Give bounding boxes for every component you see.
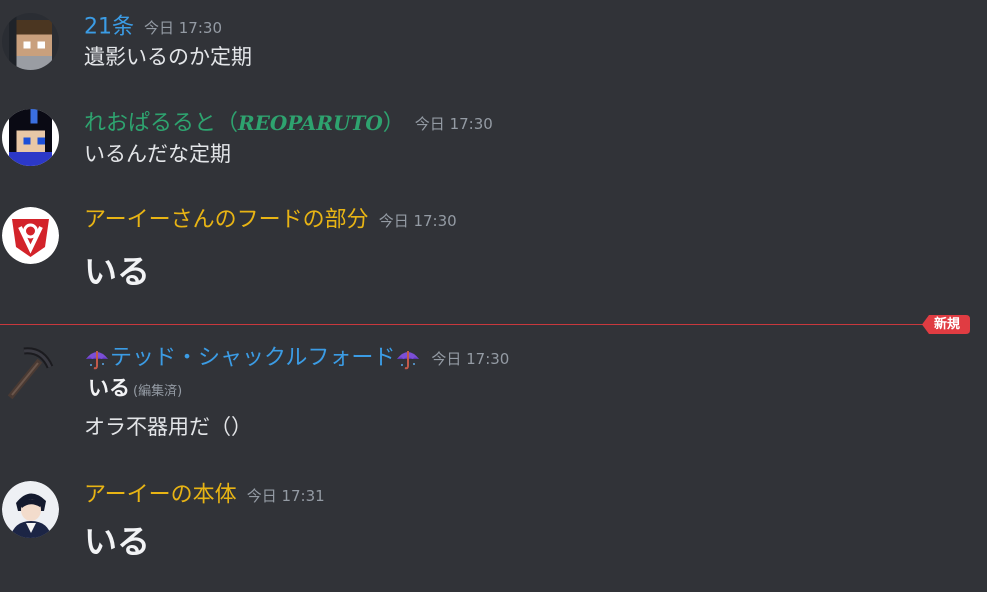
username[interactable]: アーイーの本体	[84, 483, 237, 508]
new-label: 新規	[934, 317, 961, 332]
pixel-character-avatar[interactable]	[2, 13, 59, 70]
timestamp: 今日 17:30	[144, 18, 222, 37]
timestamp: 今日 17:30	[378, 211, 457, 230]
pickaxe-avatar[interactable]	[2, 343, 59, 400]
username[interactable]: 21条	[84, 15, 134, 40]
message-header: テッド・シャックルフォード 今日 17:30	[84, 345, 509, 371]
username[interactable]: アーイーさんのフードの部分	[84, 208, 369, 233]
new-messages-divider	[0, 324, 924, 325]
timestamp: 今日 17:31	[246, 486, 325, 505]
message-header: 21条 今日 17:30	[84, 14, 222, 40]
pixel-dark-hair-avatar[interactable]	[2, 109, 59, 166]
timestamp: 今日 17:30	[414, 114, 493, 133]
message-text: いる	[84, 522, 150, 561]
message-bold-text: いる	[88, 376, 130, 400]
red-shield-avatar[interactable]	[2, 207, 59, 264]
message-text: いるんだな定期	[84, 142, 231, 166]
new-messages-badge: 新規	[922, 315, 970, 334]
message-text: いる	[84, 252, 150, 291]
umbrella-icon	[395, 347, 421, 371]
username[interactable]: れおぱるると（REOPARUTO）	[84, 111, 405, 136]
message-text: いる (編集済)	[88, 374, 182, 406]
username[interactable]: テッド・シャックルフォード	[110, 346, 395, 371]
edited-label: (編集済)	[133, 384, 183, 399]
anime-character-avatar[interactable]	[2, 481, 59, 538]
message-text: 遺影いるのか定期	[84, 45, 252, 69]
message-header: アーイーさんのフードの部分 今日 17:30	[84, 207, 457, 233]
timestamp: 今日 17:30	[431, 349, 510, 368]
umbrella-icon	[84, 347, 110, 371]
message-header: れおぱるると（REOPARUTO） 今日 17:30	[84, 110, 493, 136]
message-text: オラ不器用だ（）	[84, 415, 252, 439]
chat-messages: 21条 今日 17:30 遺影いるのか定期 れおぱるると（REOPARUTO） 今日…	[0, 0, 987, 592]
message-header: アーイーの本体 今日 17:31	[84, 482, 325, 508]
